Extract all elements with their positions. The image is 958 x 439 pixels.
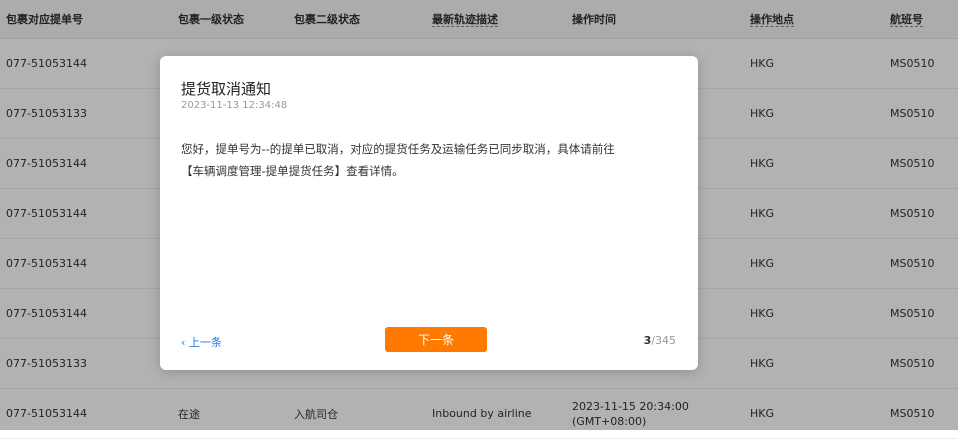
modal-message-line-2: 【车辆调度管理-提单提货任务】查看详情。 bbox=[181, 164, 404, 178]
pager-total: /345 bbox=[651, 334, 676, 347]
modal-timestamp: 2023-11-13 12:34:48 bbox=[181, 100, 288, 111]
prev-notice-link[interactable]: ‹ 上一条 bbox=[181, 334, 222, 350]
modal-message: 您好，提单号为--的提单已取消，对应的提货任务及运输任务已同步取消，具体请前往 … bbox=[181, 138, 681, 182]
notification-modal: 提货取消通知 2023-11-13 12:34:48 您好，提单号为--的提单已… bbox=[160, 56, 698, 370]
modal-title: 提货取消通知 bbox=[181, 80, 272, 98]
modal-message-line-1: 您好，提单号为--的提单已取消，对应的提货任务及运输任务已同步取消，具体请前往 bbox=[181, 142, 615, 156]
next-notice-button[interactable]: 下一条 bbox=[385, 327, 487, 352]
notice-pager: 3/345 bbox=[644, 334, 676, 347]
